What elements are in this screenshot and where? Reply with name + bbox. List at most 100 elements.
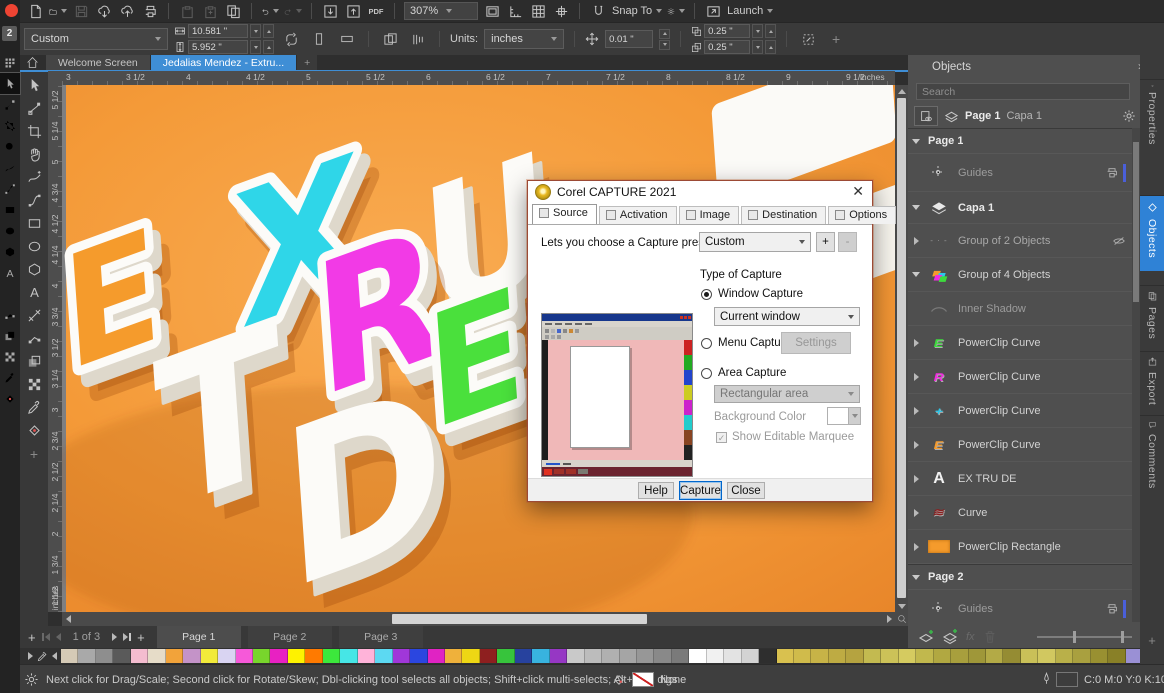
nudge-increment[interactable] xyxy=(659,29,670,39)
outline-color-swatch[interactable] xyxy=(1056,672,1078,687)
docker-tab-pages[interactable]: Pages xyxy=(1140,285,1164,339)
expand-icon[interactable] xyxy=(908,339,924,347)
zoom-level-select[interactable]: 307% xyxy=(404,2,478,20)
page-height-increment[interactable] xyxy=(263,40,274,54)
palette-swatch[interactable] xyxy=(480,649,497,663)
palette-swatch[interactable] xyxy=(236,649,253,663)
home-icon[interactable] xyxy=(20,55,45,70)
vertical-ruler[interactable]: 5 1/25 1/454 3/44 1/24 1/443 3/43 1/23 1… xyxy=(48,85,62,612)
docker-tab-properties[interactable]: Properties xyxy=(1140,79,1164,145)
palette-swatch[interactable] xyxy=(288,649,305,663)
objects-tree-row[interactable]: AEX TRU DE xyxy=(908,462,1132,496)
palette-swatch[interactable] xyxy=(166,649,183,663)
duplicate-y-field[interactable]: 0.25 " xyxy=(704,40,750,54)
print-icon[interactable] xyxy=(141,2,159,20)
palette-swatch[interactable] xyxy=(759,649,776,663)
customize-propbar-button[interactable]: + xyxy=(825,28,847,50)
objects-tree-row[interactable]: - · -Group of 2 Objects xyxy=(908,224,1132,258)
tab-activation[interactable]: Activation xyxy=(599,206,677,224)
palette-swatch[interactable] xyxy=(724,649,741,663)
layer-effects-icon[interactable]: fx xyxy=(966,631,975,643)
pick-tool[interactable] xyxy=(21,74,47,97)
snap-icon[interactable] xyxy=(589,2,607,20)
palette-swatch[interactable] xyxy=(428,649,445,663)
next-page-button[interactable] xyxy=(112,633,117,641)
breadcrumb-page[interactable]: Page 1 xyxy=(965,110,1000,122)
background-color-dropdown-icon[interactable] xyxy=(848,407,861,425)
palette-swatch[interactable] xyxy=(201,649,218,663)
palette-swatch[interactable] xyxy=(1073,649,1090,663)
palette-swatch[interactable] xyxy=(899,649,916,663)
strip-dimension-tool[interactable] xyxy=(0,283,20,304)
objects-search-input[interactable] xyxy=(916,83,1130,100)
objects-tree-row[interactable]: Capa 1 xyxy=(908,192,1132,224)
breadcrumb-layer[interactable]: Capa 1 xyxy=(1006,110,1041,122)
objects-tree-row[interactable]: Guides xyxy=(908,154,1132,192)
palette-swatch[interactable] xyxy=(1108,649,1125,663)
show-editable-marquee-checkbox[interactable]: ✓ xyxy=(716,432,727,443)
add-tools-button[interactable]: + xyxy=(21,442,47,465)
objects-tree-row[interactable]: Guides xyxy=(908,590,1132,622)
add-docker-button[interactable]: + xyxy=(1140,633,1164,648)
palette-swatch[interactable] xyxy=(742,649,759,663)
objects-tree-row[interactable]: ≋Curve xyxy=(908,496,1132,530)
duplicate-y-increment[interactable] xyxy=(765,40,776,54)
palette-swatch[interactable] xyxy=(1003,649,1020,663)
strip-crop-tool[interactable] xyxy=(0,115,20,136)
menu-capture-radio[interactable] xyxy=(701,338,712,349)
undo-icon[interactable] xyxy=(261,2,279,20)
page-height-field[interactable]: 5.952 " xyxy=(188,40,248,54)
objects-tree-row[interactable]: EPowerClip Curve xyxy=(908,326,1132,360)
scroll-up-icon[interactable] xyxy=(895,85,908,97)
palette-swatch[interactable] xyxy=(794,649,811,663)
strip-drop-shadow-tool[interactable] xyxy=(0,325,20,346)
close-button[interactable]: Close xyxy=(727,482,765,499)
strip-zoom-tool[interactable] xyxy=(0,136,20,157)
rectangle-tool[interactable] xyxy=(21,212,47,235)
palette-swatch[interactable] xyxy=(1038,649,1055,663)
last-page-button[interactable] xyxy=(123,633,131,641)
all-pages-button[interactable] xyxy=(379,28,401,50)
objects-tree-row[interactable]: RPowerClip Curve xyxy=(908,360,1132,394)
docker-options-gear-icon[interactable] xyxy=(1122,109,1136,123)
palette-swatch[interactable] xyxy=(375,649,392,663)
drop-shadow-tool[interactable] xyxy=(21,350,47,373)
vertical-scroll-thumb[interactable] xyxy=(897,98,906,598)
statusbar-gear-icon[interactable] xyxy=(24,672,39,687)
objects-tree-row[interactable]: Group of 4 Objects xyxy=(908,258,1132,292)
objects-tree-row[interactable]: Page 2 xyxy=(908,564,1132,590)
page-width-increment[interactable] xyxy=(263,24,274,38)
two-point-line-tool[interactable] xyxy=(21,189,47,212)
new-master-layer-icon[interactable] xyxy=(942,629,958,645)
capture-button[interactable]: Capture xyxy=(679,481,722,500)
page-width-decrement[interactable] xyxy=(250,24,261,38)
shape-tool[interactable] xyxy=(21,97,47,120)
palette-swatch[interactable] xyxy=(1021,649,1038,663)
window-capture-radio[interactable] xyxy=(701,289,712,300)
palette-swatch[interactable] xyxy=(183,649,200,663)
palette-swatch[interactable] xyxy=(113,649,130,663)
collapse-icon[interactable] xyxy=(908,272,924,277)
nudge-field[interactable]: 0.01 " xyxy=(605,30,653,48)
palette-swatch[interactable] xyxy=(672,649,689,663)
current-page-button[interactable] xyxy=(407,28,429,50)
options-gear-icon[interactable] xyxy=(667,2,685,20)
objects-tree-scrollbar[interactable] xyxy=(1132,128,1140,622)
cloud-upload-icon[interactable] xyxy=(118,2,136,20)
docker-tab-export[interactable]: Export xyxy=(1140,351,1164,405)
palette-swatch[interactable] xyxy=(305,649,322,663)
page-preset-select[interactable]: Custom xyxy=(24,28,168,50)
palette-swatch[interactable] xyxy=(602,649,619,663)
help-button[interactable]: Help xyxy=(638,482,674,499)
palette-swatch[interactable] xyxy=(358,649,375,663)
palette-swatch[interactable] xyxy=(986,649,1003,663)
new-document-icon[interactable] xyxy=(26,2,44,20)
preset-dropdown[interactable]: Custom xyxy=(699,232,811,252)
treat-as-filled-button[interactable] xyxy=(797,28,819,50)
tab-document-active[interactable]: Jedalias Mendez - Extru... xyxy=(151,55,296,70)
scroll-down-icon[interactable] xyxy=(895,600,908,612)
scroll-left-icon[interactable] xyxy=(62,612,74,626)
duplicate-x-increment[interactable] xyxy=(765,24,776,38)
page-tab-2[interactable]: Page 2 xyxy=(248,626,332,648)
palette-swatch[interactable] xyxy=(96,649,113,663)
